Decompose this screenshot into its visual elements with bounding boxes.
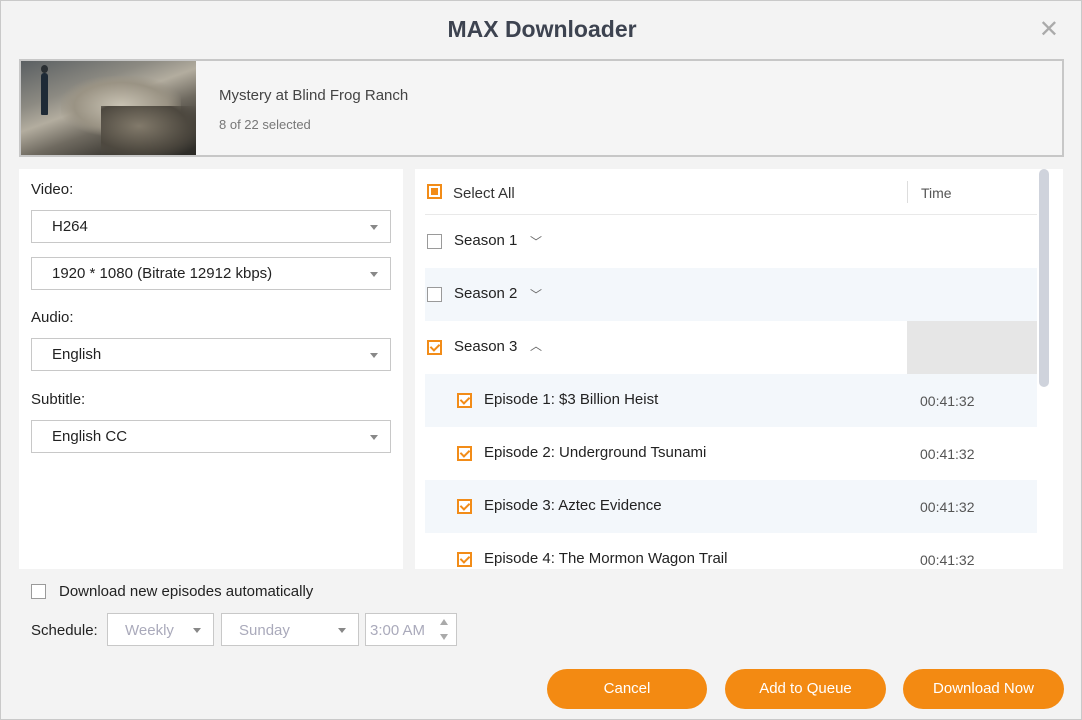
frequency-select[interactable]: Weekly bbox=[107, 613, 214, 646]
codec-select[interactable]: H264 bbox=[31, 210, 391, 243]
episode-label: Episode 4: The Mormon Wagon Trail bbox=[484, 550, 728, 567]
list-scrollbar[interactable] bbox=[1039, 169, 1049, 387]
time-stepper[interactable]: 3:00 AM bbox=[365, 613, 457, 646]
day-value: Sunday bbox=[239, 622, 290, 639]
season-label: Season 2 bbox=[454, 285, 518, 302]
chevron-down-icon bbox=[370, 353, 378, 358]
episode-row[interactable]: Episode 1: $3 Billion Heist 00:41:32 bbox=[425, 374, 1037, 427]
season-row[interactable]: Season 2 ﹀ bbox=[425, 268, 1037, 321]
episode-duration: 00:41:32 bbox=[920, 446, 975, 462]
season-label: Season 1 bbox=[454, 232, 518, 249]
chevron-down-icon[interactable]: ﹀ bbox=[530, 233, 542, 250]
season-checkbox[interactable] bbox=[427, 340, 442, 355]
spin-up-icon[interactable] bbox=[440, 619, 448, 625]
episode-label: Episode 1: $3 Billion Heist bbox=[484, 391, 659, 408]
schedule-label: Schedule: bbox=[31, 622, 98, 639]
resolution-select[interactable]: 1920 * 1080 (Bitrate 12912 kbps) bbox=[31, 257, 391, 290]
episode-row[interactable]: Episode 4: The Mormon Wagon Trail 00:41:… bbox=[425, 533, 1037, 569]
time-column-header: Time bbox=[921, 185, 952, 201]
codec-value: H264 bbox=[52, 218, 88, 235]
season-row[interactable]: Season 1 ﹀ bbox=[425, 215, 1037, 268]
select-all-checkbox[interactable] bbox=[427, 184, 442, 199]
episode-row[interactable]: Episode 2: Underground Tsunami 00:41:32 bbox=[425, 427, 1037, 480]
chevron-down-icon bbox=[338, 628, 346, 633]
video-label: Video: bbox=[31, 181, 74, 198]
episode-checkbox[interactable] bbox=[457, 446, 472, 461]
close-icon[interactable]: ✕ bbox=[1039, 18, 1059, 42]
episode-checkbox[interactable] bbox=[457, 499, 472, 514]
episode-label: Episode 3: Aztec Evidence bbox=[484, 497, 662, 514]
chevron-down-icon bbox=[370, 435, 378, 440]
season-row[interactable]: Season 3 ︿ bbox=[425, 321, 1037, 374]
select-all-label: Select All bbox=[453, 185, 515, 202]
frequency-value: Weekly bbox=[125, 622, 174, 639]
episode-checkbox[interactable] bbox=[457, 393, 472, 408]
audio-select[interactable]: English bbox=[31, 338, 391, 371]
time-value: 3:00 AM bbox=[370, 622, 426, 639]
row-highlight bbox=[907, 321, 1037, 374]
dialog-title: MAX Downloader bbox=[447, 16, 637, 42]
header-divider bbox=[907, 181, 908, 203]
auto-download-checkbox[interactable] bbox=[31, 584, 46, 599]
episode-duration: 00:41:32 bbox=[920, 552, 975, 568]
resolution-value: 1920 * 1080 (Bitrate 12912 kbps) bbox=[52, 265, 273, 282]
subtitle-select[interactable]: English CC bbox=[31, 420, 391, 453]
download-now-button[interactable]: Download Now bbox=[903, 669, 1064, 709]
season-label: Season 3 bbox=[454, 338, 518, 355]
episode-row[interactable]: Episode 3: Aztec Evidence 00:41:32 bbox=[425, 480, 1037, 533]
selection-count: 8 of 22 selected bbox=[219, 117, 311, 132]
show-info-panel: Mystery at Blind Frog Ranch 8 of 22 sele… bbox=[19, 59, 1064, 157]
episode-list-panel: Select All Time Season 1 ﹀ Season 2 ﹀ Se… bbox=[415, 169, 1063, 569]
show-thumbnail bbox=[21, 61, 196, 155]
episode-duration: 00:41:32 bbox=[920, 499, 975, 515]
chevron-down-icon bbox=[370, 272, 378, 277]
subtitle-label: Subtitle: bbox=[31, 391, 86, 408]
chevron-up-icon[interactable]: ︿ bbox=[530, 337, 542, 354]
season-checkbox[interactable] bbox=[427, 287, 442, 302]
chevron-down-icon[interactable]: ﹀ bbox=[530, 286, 542, 303]
subtitle-value: English CC bbox=[52, 428, 128, 445]
cancel-button[interactable]: Cancel bbox=[547, 669, 707, 709]
episode-checkbox[interactable] bbox=[457, 552, 472, 567]
chevron-down-icon bbox=[193, 628, 201, 633]
day-select[interactable]: Sunday bbox=[221, 613, 359, 646]
episode-label: Episode 2: Underground Tsunami bbox=[484, 444, 707, 461]
show-title: Mystery at Blind Frog Ranch bbox=[219, 87, 409, 104]
chevron-down-icon bbox=[370, 225, 378, 230]
downloader-dialog: MAX Downloader ✕ Mystery at Blind Frog R… bbox=[0, 0, 1082, 720]
settings-panel: Video: H264 1920 * 1080 (Bitrate 12912 k… bbox=[19, 169, 403, 569]
list-header: Select All Time bbox=[425, 169, 1037, 215]
spin-down-icon[interactable] bbox=[440, 634, 448, 640]
audio-label: Audio: bbox=[31, 309, 74, 326]
episode-duration: 00:41:32 bbox=[920, 393, 975, 409]
audio-value: English bbox=[52, 346, 102, 363]
auto-download-label: Download new episodes automatically bbox=[59, 583, 314, 600]
season-checkbox[interactable] bbox=[427, 234, 442, 249]
add-to-queue-button[interactable]: Add to Queue bbox=[725, 669, 886, 709]
